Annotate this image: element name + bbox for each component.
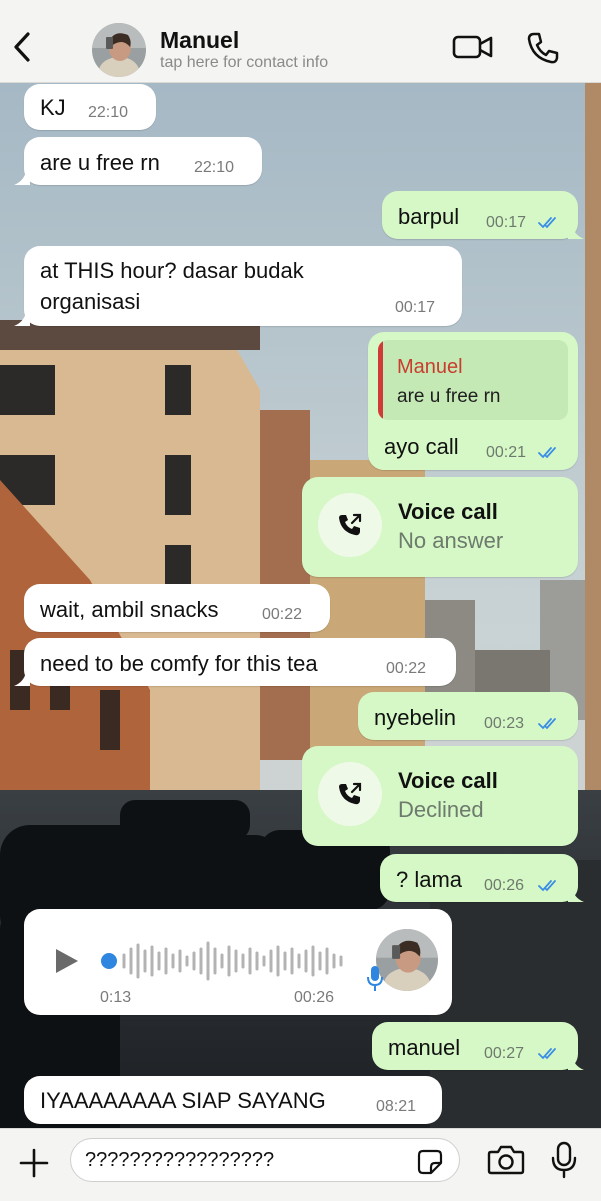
chevron-left-icon[interactable]: [10, 31, 34, 63]
message-text-line-2: organisasi: [40, 289, 141, 314]
message-bubble-incoming[interactable]: at THIS hour? dasar budak organisasi 00:…: [14, 246, 462, 326]
message-time: 00:17: [395, 299, 436, 316]
read-receipt-icon: [538, 880, 556, 892]
phone-icon[interactable]: [526, 31, 560, 65]
message-time: 00:26: [484, 877, 525, 894]
message-bubble-incoming[interactable]: wait, ambil snacks 00:22: [24, 584, 330, 632]
plus-icon[interactable]: [18, 1147, 50, 1179]
call-log-bubble[interactable]: Voice call Declined: [302, 746, 578, 846]
play-icon[interactable]: [54, 947, 80, 975]
message-bubble-outgoing[interactable]: nyebelin 00:23: [358, 692, 578, 740]
read-receipt-icon: [538, 1048, 556, 1060]
quoted-message[interactable]: Manuel are u free rn: [378, 340, 568, 420]
sticker-icon[interactable]: [417, 1149, 443, 1175]
message-bubble-outgoing-reply[interactable]: Manuel are u free rn ayo call 00:21: [368, 332, 578, 470]
quoted-author: Manuel: [397, 356, 463, 378]
microphone-icon: [367, 966, 383, 991]
voice-message-bubble[interactable]: 0:13 00:26: [24, 909, 452, 1015]
message-text: barpul: [398, 204, 460, 229]
contact-avatar[interactable]: [92, 23, 146, 77]
call-icon-circle: [318, 762, 382, 826]
call-title: Voice call: [398, 768, 498, 793]
message-time: 00:21: [486, 444, 527, 461]
voice-duration: 0:13: [100, 989, 132, 1006]
message-bubble-incoming[interactable]: KJ 22:10: [24, 84, 156, 130]
message-time: 00:22: [386, 660, 427, 677]
quote-accent-bar: [378, 340, 383, 420]
message-input-value: ?????????????????: [85, 1149, 275, 1171]
microphone-icon[interactable]: [550, 1141, 578, 1179]
read-receipt-icon: [538, 447, 556, 459]
message-text: manuel: [388, 1035, 461, 1060]
message-time: 08:21: [376, 1098, 417, 1115]
message-time: 00:17: [486, 214, 527, 231]
message-input[interactable]: ?????????????????: [70, 1138, 460, 1182]
call-icon-circle: [318, 493, 382, 557]
bubble-tail: [14, 672, 30, 686]
message-bubble-outgoing[interactable]: barpul 00:17: [382, 191, 584, 239]
message-time: 00:26: [294, 989, 335, 1006]
message-time: 22:10: [88, 104, 129, 121]
message-text: nyebelin: [374, 705, 456, 730]
chat-header: Manuel tap here for contact info: [0, 0, 601, 83]
read-receipt-icon: [538, 718, 556, 730]
message-text: IYAAAAAAAA SIAP SAYANG: [40, 1088, 326, 1113]
message-time: 22:10: [194, 159, 235, 176]
message-bubble-outgoing[interactable]: ? lama 00:26: [380, 854, 584, 902]
playback-scrubber[interactable]: [101, 953, 117, 969]
message-time: 00:22: [262, 606, 303, 623]
sender-avatar: [376, 929, 438, 991]
composer-bar: ?????????????????: [0, 1128, 601, 1201]
voice-waveform[interactable]: [100, 939, 346, 983]
message-text: need to be comfy for this tea: [40, 651, 318, 676]
bubble-tail: [14, 171, 30, 185]
bubble-tail: [14, 312, 30, 326]
message-bubble-outgoing[interactable]: manuel 00:27: [372, 1022, 584, 1070]
message-text: ? lama: [396, 867, 463, 892]
message-bubble-incoming[interactable]: are u free rn 22:10: [14, 137, 262, 185]
message-bubble-incoming[interactable]: need to be comfy for this tea 00:22: [14, 638, 456, 686]
message-text: wait, ambil snacks: [40, 597, 219, 622]
read-receipt-icon: [538, 217, 556, 229]
message-time: 00:27: [484, 1045, 525, 1062]
bubble-tail: [568, 888, 584, 902]
message-bubble-incoming[interactable]: IYAAAAAAAA SIAP SAYANG 08:21: [24, 1076, 442, 1124]
message-text-line-1: at THIS hour? dasar budak: [40, 258, 304, 283]
message-text: KJ: [40, 95, 66, 120]
video-camera-icon[interactable]: [452, 33, 494, 61]
quoted-text: are u free rn: [397, 386, 501, 407]
outgoing-call-icon: [339, 513, 362, 536]
message-time: 00:23: [484, 715, 525, 732]
camera-icon[interactable]: [487, 1144, 525, 1176]
contact-name[interactable]: Manuel: [160, 27, 239, 54]
waveform-bars: [122, 941, 343, 981]
bubble-tail: [568, 1056, 584, 1070]
call-log-bubble[interactable]: Voice call No answer: [302, 477, 578, 577]
call-title: Voice call: [398, 499, 498, 524]
bubble-tail: [568, 225, 584, 239]
message-text: ayo call: [384, 434, 459, 459]
message-text: are u free rn: [40, 150, 160, 175]
outgoing-call-icon: [339, 782, 362, 805]
contact-info-hint[interactable]: tap here for contact info: [160, 54, 328, 72]
call-status: No answer: [398, 528, 504, 553]
call-status: Declined: [398, 797, 484, 822]
